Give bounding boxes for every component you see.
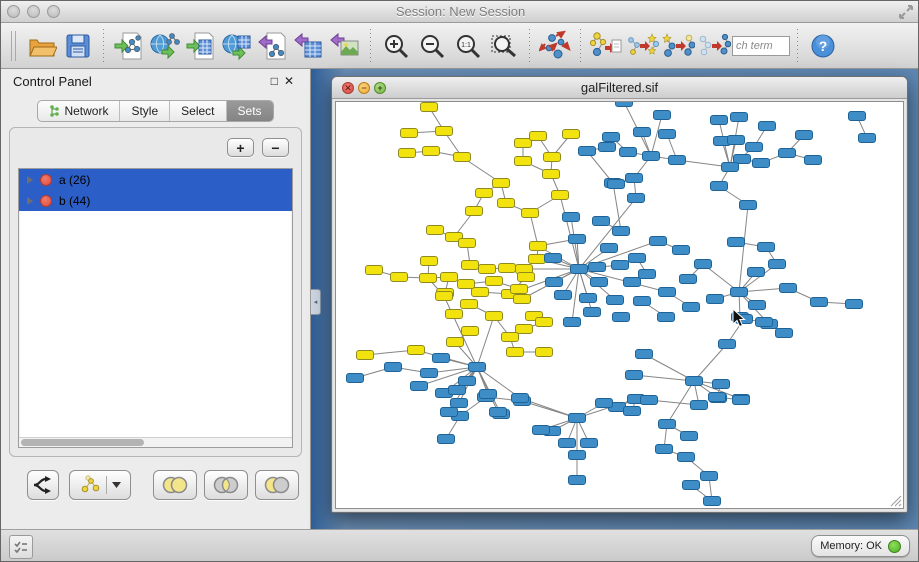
zoom-actual-size-button[interactable]: 1:1 (450, 28, 486, 64)
memory-status-label: Memory: OK (820, 540, 882, 552)
import-network-url-button[interactable] (147, 28, 183, 64)
network-canvas-frame (333, 99, 906, 511)
tab-network[interactable]: Network (38, 101, 120, 121)
import-table-url-button[interactable] (219, 28, 255, 64)
tab-style[interactable]: Style (120, 101, 170, 121)
main-area: Control Panel □✕ Network Style (1, 69, 919, 529)
zoom-fit-selected-button[interactable] (486, 28, 522, 64)
sets-list[interactable]: a (26) b (44) (18, 168, 293, 448)
mouse-cursor-icon (732, 308, 746, 328)
help-button[interactable]: ? (805, 28, 841, 64)
network-view-window[interactable]: ✕ − + galFiltered.sif (331, 76, 908, 513)
set-row-a[interactable]: a (26) (19, 169, 292, 190)
horizontal-scrollbar[interactable] (19, 437, 292, 447)
create-set-from-network-button[interactable] (69, 470, 131, 500)
toolbar-separator (103, 29, 104, 63)
toolbar-separator (580, 29, 581, 63)
control-panel: Control Panel □✕ Network Style (1, 69, 311, 529)
network-from-selection-button[interactable] (588, 28, 624, 64)
new-from-unselected-button[interactable] (696, 28, 732, 64)
select-first-neighbors-button[interactable] (624, 28, 660, 64)
split-arrows-icon (32, 475, 54, 495)
toolbar-separator (797, 29, 798, 63)
memory-status-button[interactable]: Memory: OK (811, 535, 910, 557)
network-desktop: ◂ ✕ − + galFiltered.sif (311, 69, 919, 529)
tab-select[interactable]: Select (170, 101, 226, 121)
control-panel-tabbar: Network Style Select Sets (1, 100, 310, 122)
app-title: Session: New Session (1, 4, 919, 19)
sets-panel: + − a (26) b (44) (9, 127, 302, 457)
venn-difference-icon (263, 476, 291, 494)
fullscreen-icon[interactable] (898, 4, 914, 25)
open-session-button[interactable] (24, 28, 60, 64)
tab-network-label: Network (64, 104, 108, 118)
search-input[interactable] (732, 36, 790, 56)
set-color-icon (40, 195, 52, 207)
resize-grip-icon[interactable] (888, 493, 902, 507)
memory-ok-icon (888, 540, 901, 553)
intersection-button[interactable] (204, 470, 248, 500)
main-toolbar: 1:1 (1, 23, 919, 69)
tab-select-label: Select (181, 104, 214, 118)
toolbar-grip[interactable] (11, 31, 16, 61)
split-sets-button[interactable] (27, 470, 59, 500)
toolbar-separator (370, 29, 371, 63)
network-window-title: galFiltered.sif (332, 80, 907, 95)
cytoscape-app-window: Session: New Session (0, 0, 919, 562)
export-table-button[interactable] (291, 28, 327, 64)
set-label: b (44) (59, 194, 90, 208)
network-canvas[interactable] (335, 101, 904, 509)
network-graph[interactable] (336, 102, 904, 509)
venn-intersection-icon (212, 476, 240, 494)
collapse-panel-handle[interactable]: ◂ (311, 289, 321, 315)
expander-icon[interactable] (27, 197, 33, 205)
float-panel-icon[interactable]: □ (271, 74, 284, 88)
expand-selection-button[interactable] (660, 28, 696, 64)
export-network-button[interactable] (255, 28, 291, 64)
union-button[interactable] (153, 470, 197, 500)
set-label: a (26) (59, 173, 90, 187)
zoom-in-button[interactable] (378, 28, 414, 64)
difference-button[interactable] (255, 470, 299, 500)
status-bar: Memory: OK (1, 529, 919, 562)
control-panel-header: Control Panel □✕ (1, 69, 310, 95)
dropdown-arrow-icon[interactable] (112, 482, 121, 488)
network-window-titlebar[interactable]: ✕ − + galFiltered.sif (332, 77, 907, 99)
checklist-icon (13, 540, 29, 554)
close-panel-icon[interactable]: ✕ (284, 74, 300, 88)
add-set-button[interactable]: + (227, 138, 254, 157)
sets-action-bar (9, 467, 302, 503)
venn-union-icon (161, 476, 189, 494)
app-titlebar: Session: New Session (1, 1, 919, 23)
import-network-file-button[interactable] (111, 28, 147, 64)
svg-text:?: ? (819, 38, 828, 54)
set-row-b[interactable]: b (44) (19, 190, 292, 211)
yellow-network-icon (79, 475, 101, 495)
export-image-button[interactable] (327, 28, 363, 64)
tab-sets[interactable]: Sets (227, 101, 273, 121)
apply-layout-button[interactable] (537, 28, 573, 64)
svg-text:1:1: 1:1 (461, 42, 471, 49)
control-panel-title: Control Panel (13, 74, 92, 89)
import-table-file-button[interactable] (183, 28, 219, 64)
toolbar-separator (529, 29, 530, 63)
network-tab-icon (49, 105, 60, 117)
save-session-button[interactable] (60, 28, 96, 64)
tab-style-label: Style (131, 104, 158, 118)
expander-icon[interactable] (27, 176, 33, 184)
scrollbar-thumb[interactable] (21, 439, 144, 446)
set-color-icon (40, 174, 52, 186)
tab-sets-label: Sets (238, 104, 262, 118)
remove-set-button[interactable]: − (262, 138, 289, 157)
zoom-out-button[interactable] (414, 28, 450, 64)
task-history-button[interactable] (9, 535, 33, 559)
